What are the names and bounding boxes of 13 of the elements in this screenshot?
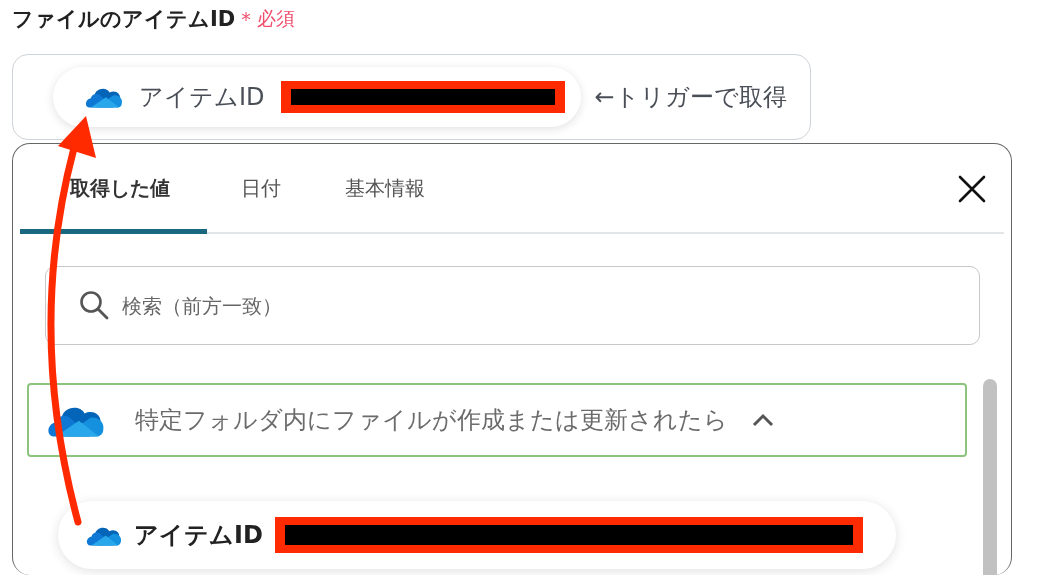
search-field[interactable]: 検索（前方一致） <box>45 266 980 345</box>
tab[interactable]: 日付 <box>207 144 311 234</box>
tab[interactable]: 基本情報 <box>311 144 455 234</box>
variable-token[interactable]: アイテムID <box>53 67 581 127</box>
input-field[interactable]: アイテムID ←トリガーで取得 <box>12 54 811 140</box>
search-icon <box>79 290 109 320</box>
group-title: 特定フォルダ内にファイルが作成または更新されたら <box>135 405 728 436</box>
trigger-group-header[interactable]: 特定フォルダ内にファイルが作成または更新されたら <box>27 383 967 457</box>
required-label: 必須 <box>256 6 295 31</box>
required-mark: * <box>241 8 251 30</box>
close-icon[interactable] <box>957 174 987 204</box>
field-label: ファイルのアイテムID <box>12 6 236 33</box>
variable-token[interactable]: アイテムID <box>58 501 896 569</box>
